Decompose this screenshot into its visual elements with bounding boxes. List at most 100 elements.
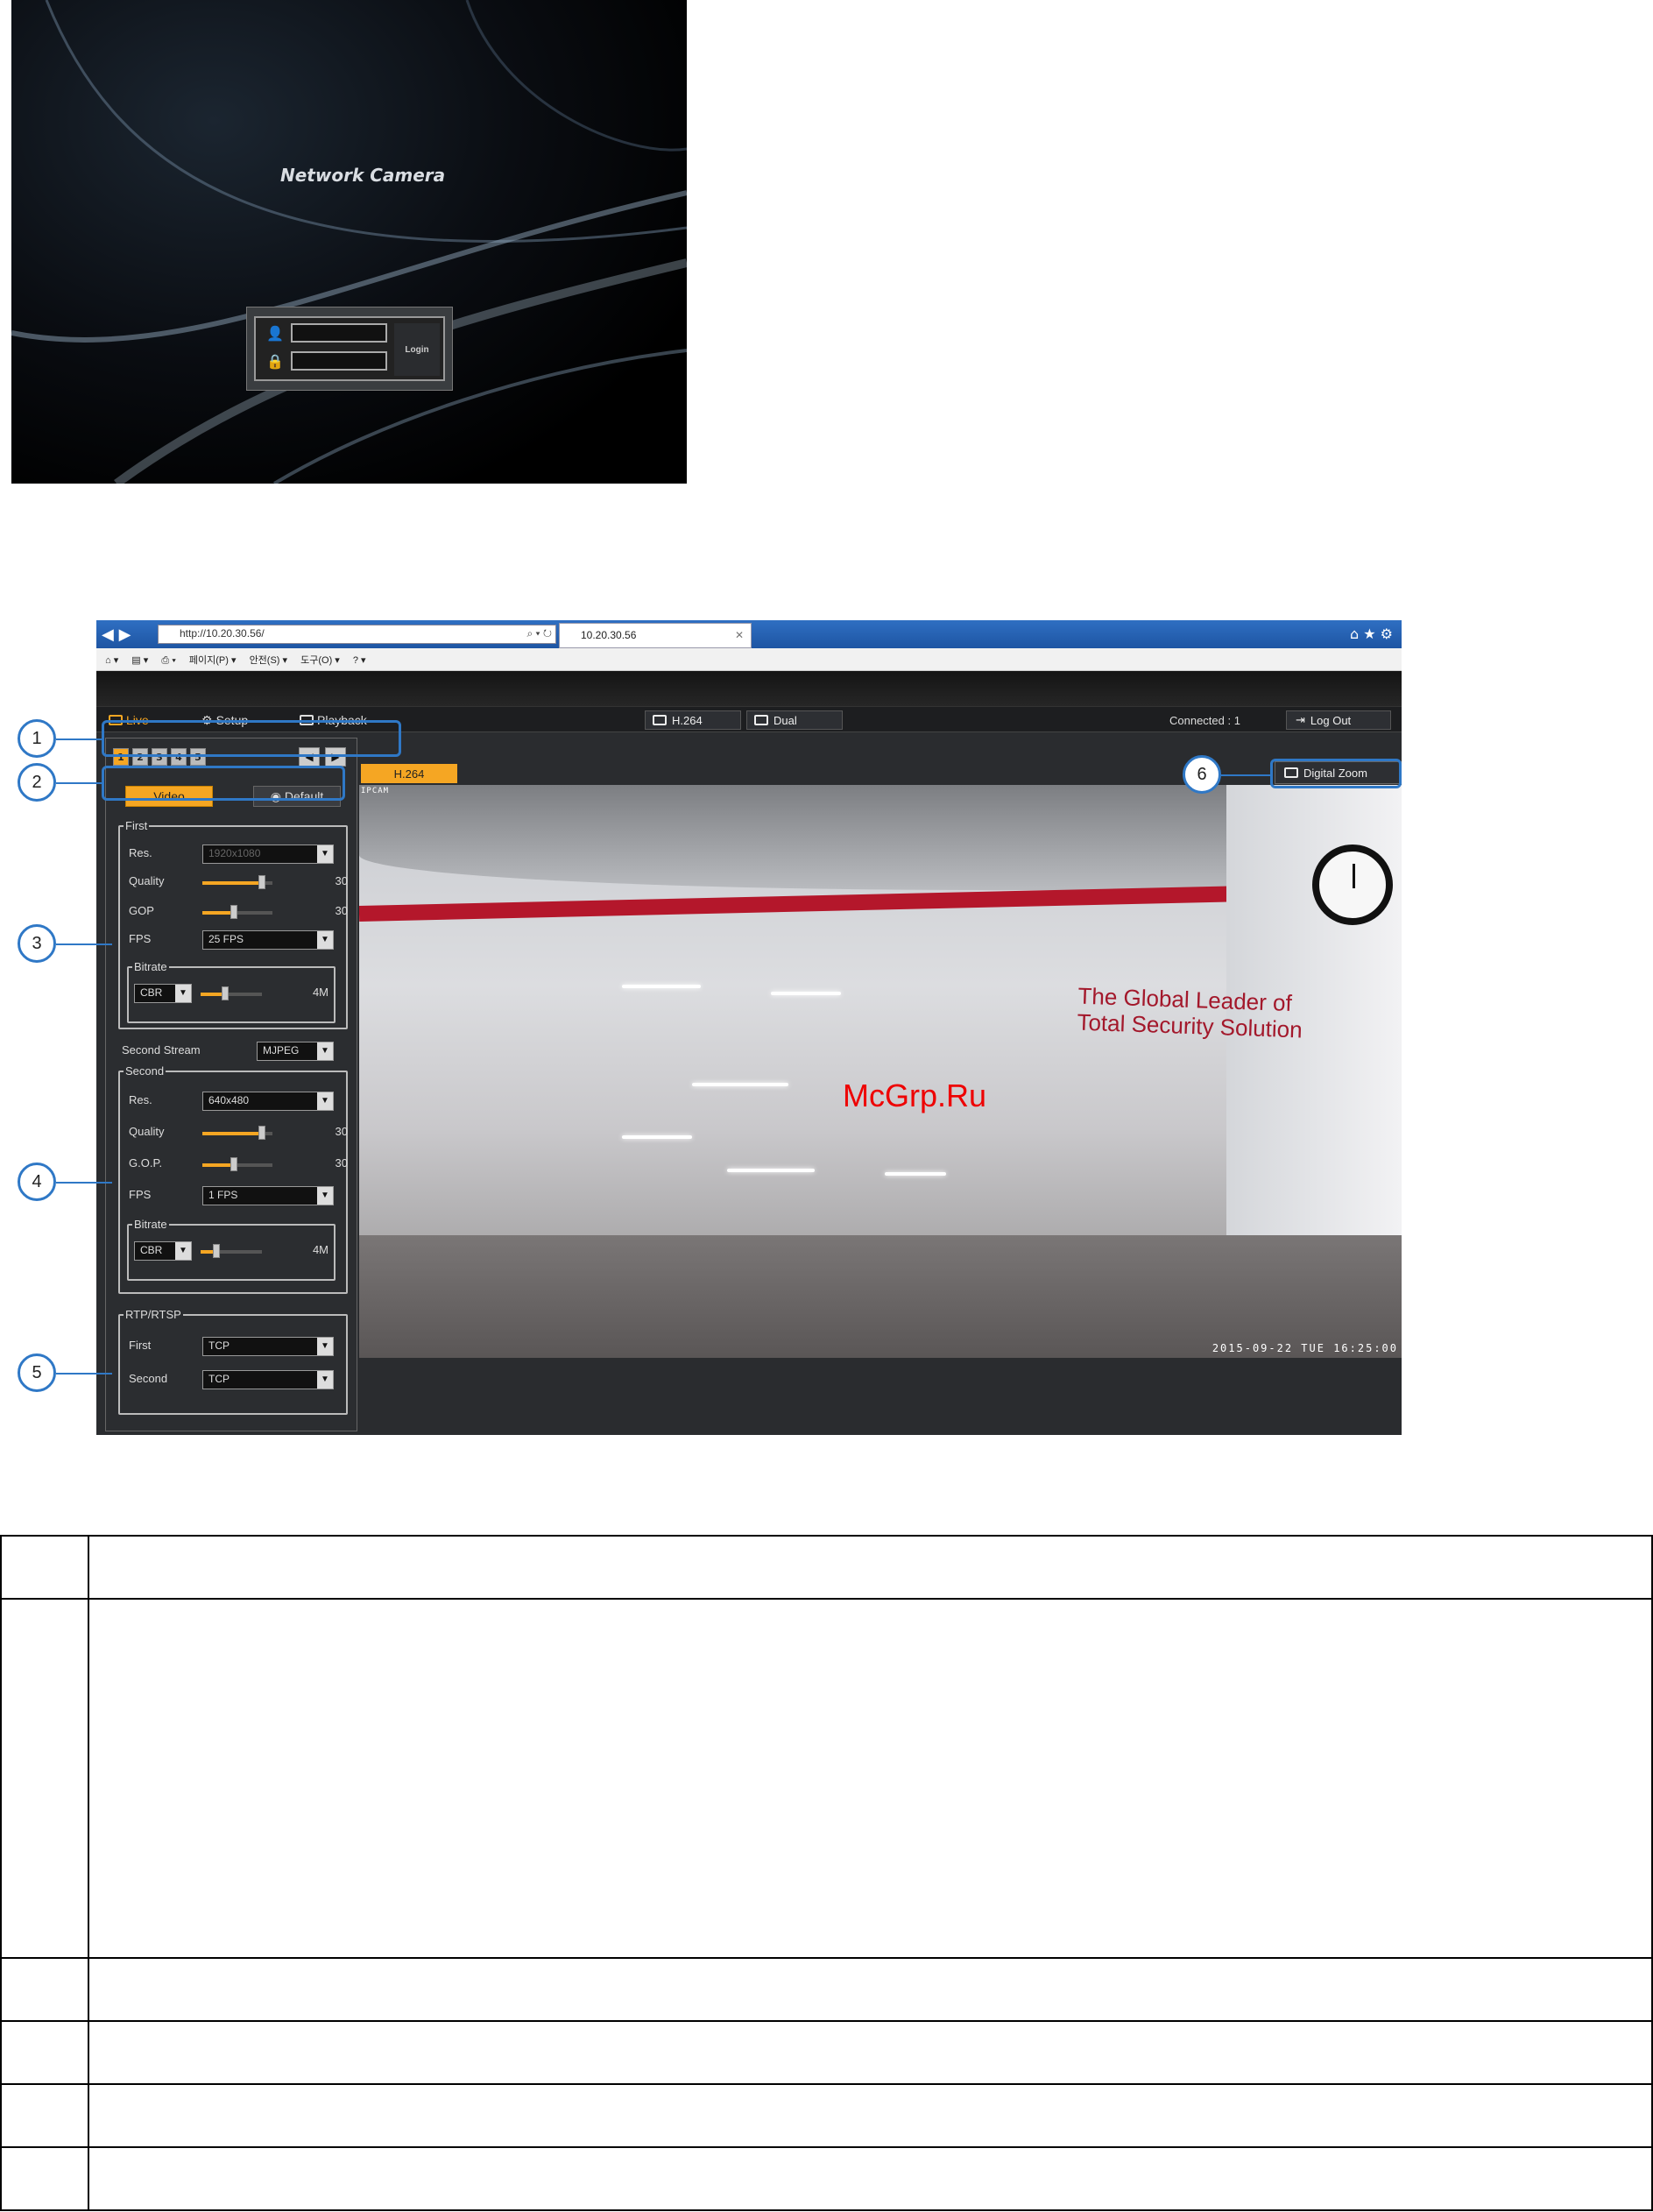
slider-knob[interactable] <box>258 1126 265 1140</box>
mode-h264-button[interactable]: H.264 <box>645 710 741 730</box>
callout-line-5 <box>56 1373 112 1375</box>
first-fps-select[interactable]: 25 FPS ▼ <box>202 930 334 950</box>
chevron-down-icon: ▼ <box>317 1092 333 1110</box>
cmd-page[interactable]: 페이지(P) ▾ <box>189 655 237 666</box>
callout-1: 1 <box>18 719 56 758</box>
rtp-first-select[interactable]: TCP ▼ <box>202 1337 334 1356</box>
second-gop-slider[interactable] <box>202 1157 272 1171</box>
mode-h264-label: H.264 <box>672 713 703 727</box>
second-stream-value: MJPEG <box>263 1044 300 1057</box>
second-bitrate-mode-select[interactable]: CBR ▼ <box>134 1241 192 1261</box>
password-input[interactable] <box>291 351 387 371</box>
rtp-second-row: Second TCP ▼ <box>129 1370 348 1389</box>
callout-4: 4 <box>18 1163 56 1201</box>
table-cell <box>0 2020 89 2085</box>
help-icon[interactable]: ? ▾ <box>353 655 366 666</box>
feeds-icon[interactable]: ▤ ▾ <box>131 655 148 666</box>
cmd-tools[interactable]: 도구(O) ▾ <box>300 655 340 666</box>
browser-tab[interactable]: 10.20.30.56 ✕ <box>559 623 752 648</box>
address-bar[interactable]: http://10.20.30.56/ ⌕ ▾ ↻ <box>158 625 556 644</box>
second-res-row: Res. 640x480 ▼ <box>129 1092 348 1111</box>
rtp-first-value: TCP <box>208 1339 230 1352</box>
rtp-second-select[interactable]: TCP ▼ <box>202 1370 334 1389</box>
ceiling-light <box>771 992 841 995</box>
home-icon[interactable]: ⌂ ▾ <box>105 655 118 666</box>
search-refresh-icon[interactable]: ⌕ ▾ ↻ <box>526 627 552 640</box>
slider-fill <box>202 881 262 885</box>
cmd-safety[interactable]: 안전(S) ▾ <box>250 655 287 666</box>
back-forward-icon[interactable]: ◀ ▶ <box>102 625 131 644</box>
first-bitrate-slider[interactable] <box>201 986 262 1000</box>
video-settings-panel: 12345 ◀ ▶ Video ◉ Default First Res. 192… <box>105 738 357 1431</box>
first-bitrate-mode-select[interactable]: CBR ▼ <box>134 984 192 1003</box>
first-gop-row: GOP 30 <box>129 902 348 922</box>
callout-6: 6 <box>1183 755 1221 794</box>
table-cell <box>88 1598 1653 1959</box>
live-video-view[interactable]: The Global Leader of Total Security Solu… <box>359 785 1402 1358</box>
table-row <box>0 2146 1653 2211</box>
close-icon[interactable]: ✕ <box>735 629 744 641</box>
login-box: 👤 🔒 Login <box>246 307 453 391</box>
watermark: McGrp.Ru <box>843 1078 987 1113</box>
slider-fill <box>202 1163 234 1167</box>
mode-dual-button[interactable]: Dual <box>746 710 843 730</box>
table-cell <box>88 1957 1653 2022</box>
second-fps-label: FPS <box>129 1188 152 1201</box>
second-fps-select[interactable]: 1 FPS ▼ <box>202 1186 334 1205</box>
chevron-down-icon: ▼ <box>175 985 191 1002</box>
username-input[interactable] <box>291 323 387 343</box>
first-fps-row: FPS 25 FPS ▼ <box>129 930 348 950</box>
slider-knob[interactable] <box>258 875 265 889</box>
scene-floor <box>359 1235 1402 1358</box>
rtp-second-label: Second <box>129 1372 168 1385</box>
first-legend: First <box>125 819 148 832</box>
first-res-select: 1920x1080 ▼ <box>202 845 334 864</box>
chevron-down-icon: ▼ <box>317 1187 333 1205</box>
first-gop-slider[interactable] <box>202 905 272 919</box>
chevron-down-icon: ▼ <box>317 931 333 949</box>
slider-knob[interactable] <box>230 905 237 919</box>
second-quality-slider[interactable] <box>202 1126 272 1140</box>
rtp-rtsp-group: RTP/RTSP First TCP ▼ Second TCP ▼ <box>118 1308 348 1415</box>
slider-fill <box>202 911 234 915</box>
ceiling-light <box>622 1135 692 1139</box>
chevron-down-icon: ▼ <box>175 1242 191 1260</box>
user-icon: 👤 <box>266 325 284 342</box>
login-button[interactable]: Login <box>394 323 440 376</box>
logout-button[interactable]: ⇥ Log Out <box>1286 710 1391 730</box>
first-bitrate-group: Bitrate CBR ▼ 4M <box>127 960 336 1023</box>
table-row <box>0 1598 1653 1959</box>
second-res-select[interactable]: 640x480 ▼ <box>202 1092 334 1111</box>
first-stream-group: First Res. 1920x1080 ▼ Quality 30 GOP 30 … <box>118 819 348 1029</box>
single-view-icon <box>653 715 667 725</box>
background-swoosh <box>11 0 687 484</box>
table-cell <box>88 1535 1653 1600</box>
ceiling-light <box>727 1169 815 1172</box>
stream-tab-h264[interactable]: H.264 <box>361 764 457 783</box>
callout-frame-6 <box>1270 759 1402 788</box>
table-cell <box>0 1598 89 1959</box>
callout-line-4 <box>56 1182 112 1184</box>
home-star-gear-icons[interactable]: ⌂ ★ ⚙ <box>1350 625 1393 642</box>
first-quality-value: 30 <box>335 874 348 887</box>
slider-knob[interactable] <box>230 1157 237 1171</box>
second-stream-select[interactable]: MJPEG ▼ <box>257 1042 334 1061</box>
table-row <box>0 1535 1653 1600</box>
second-fps-value: 1 FPS <box>208 1189 238 1201</box>
scene-wall-text: The Global Leader of Total Security Solu… <box>1077 983 1303 1043</box>
second-gop-row: G.O.P. 30 <box>129 1155 348 1174</box>
browser-titlebar: ◀ ▶ http://10.20.30.56/ ⌕ ▾ ↻ 10.20.30.5… <box>96 620 1402 648</box>
slider-knob[interactable] <box>222 986 229 1000</box>
slider-knob[interactable] <box>212 1244 220 1258</box>
table-cell <box>0 2083 89 2148</box>
first-gop-value: 30 <box>335 904 348 917</box>
print-icon[interactable]: ⎙ ▾ <box>161 655 175 666</box>
first-quality-slider[interactable] <box>202 875 272 889</box>
table-cell <box>0 2146 89 2211</box>
mode-dual-label: Dual <box>774 713 797 727</box>
second-stream-group: Second Res. 640x480 ▼ Quality 30 G.O.P. 3… <box>118 1064 348 1294</box>
second-bitrate-slider[interactable] <box>201 1244 262 1258</box>
first-fps-value: 25 FPS <box>208 933 244 945</box>
osd-timestamp: 2015-09-22 TUE 16:25:00 <box>1211 1342 1398 1354</box>
second-stream-label: Second Stream <box>122 1043 201 1057</box>
